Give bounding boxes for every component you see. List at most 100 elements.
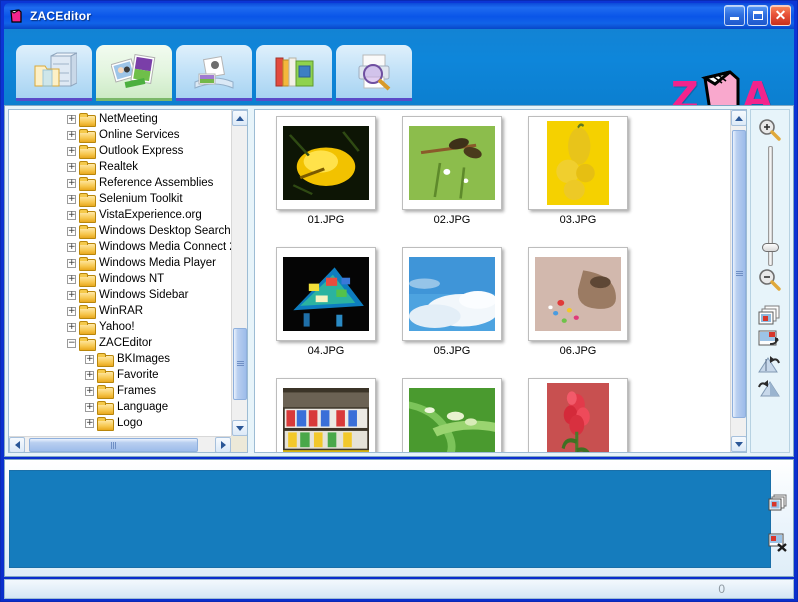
- clear-basket-button[interactable]: [768, 494, 788, 514]
- tree-node[interactable]: + Windows NT: [9, 271, 231, 287]
- tree-vertical-scrollbar[interactable]: [231, 110, 247, 436]
- file-cabinet-icon: [31, 51, 78, 92]
- thumbnail-image[interactable]: [276, 116, 376, 210]
- thumbnail-scroll-down-button[interactable]: [731, 436, 746, 452]
- tree-node[interactable]: + Windows Media Connect 2: [9, 239, 231, 255]
- thumbnail-grid[interactable]: 01.JPG 02.JPG 03.JPG 04.JPG 05.JPG 06.JPG 07.J…: [255, 110, 729, 452]
- thumbnail-item[interactable]: 06.JPG: [519, 247, 637, 370]
- tree-node[interactable]: + BKImages: [9, 351, 231, 367]
- expand-icon[interactable]: +: [67, 322, 76, 332]
- expand-icon[interactable]: +: [85, 354, 94, 364]
- expand-icon[interactable]: +: [67, 290, 76, 300]
- make-album-button[interactable]: [176, 45, 252, 101]
- tree-node[interactable]: + Reference Assemblies: [9, 175, 231, 191]
- close-button[interactable]: ✕: [770, 5, 791, 26]
- expand-icon[interactable]: +: [67, 242, 76, 252]
- collapse-icon[interactable]: −: [67, 338, 76, 348]
- thumbnail-image[interactable]: [402, 116, 502, 210]
- thumbnail-item[interactable]: 02.JPG: [393, 116, 511, 239]
- tree-scroll-up-button[interactable]: [232, 110, 247, 126]
- tree-node[interactable]: + NetMeeting: [9, 111, 231, 127]
- thumbnail-image[interactable]: [402, 378, 502, 452]
- thumbnail-scroll-up-button[interactable]: [731, 110, 746, 126]
- albums-button[interactable]: [256, 45, 332, 101]
- tree-node[interactable]: + WinRAR: [9, 303, 231, 319]
- thumbnail-item[interactable]: 08.JPG: [393, 378, 511, 452]
- minimize-button[interactable]: [724, 5, 745, 26]
- scrollbar-corner: [231, 436, 247, 452]
- folder-icon: [79, 304, 96, 319]
- expand-icon[interactable]: +: [67, 130, 76, 140]
- rotate-right-button[interactable]: [757, 376, 783, 400]
- folder-icon: [97, 416, 114, 431]
- tree-node[interactable]: + Selenium Toolkit: [9, 191, 231, 207]
- thumbnail-item[interactable]: 07.JPG: [267, 378, 385, 452]
- thumbnail-item[interactable]: [519, 378, 637, 452]
- thumbnail-item[interactable]: 05.JPG: [393, 247, 511, 370]
- status-bar: 0: [4, 579, 794, 599]
- edit-photos-button[interactable]: [96, 45, 172, 101]
- zoom-slider[interactable]: [760, 146, 780, 266]
- duplicate-image-button[interactable]: [757, 304, 783, 328]
- expand-icon[interactable]: +: [67, 162, 76, 172]
- zoom-out-icon[interactable]: [757, 268, 783, 292]
- thumbnail-item[interactable]: 01.JPG: [267, 116, 385, 239]
- tree-scroll-down-button[interactable]: [232, 420, 247, 436]
- expand-icon[interactable]: +: [67, 226, 76, 236]
- folder-icon: [79, 208, 96, 223]
- tree-horizontal-scrollbar[interactable]: [9, 436, 231, 452]
- tree-node[interactable]: + VistaExperience.org: [9, 207, 231, 223]
- tree-scroll-left-button[interactable]: [9, 437, 25, 452]
- thumbnail-vertical-scrollbar[interactable]: [730, 110, 746, 452]
- thumbnail-image[interactable]: [528, 247, 628, 341]
- thumbnail-image[interactable]: [276, 378, 376, 452]
- expand-icon[interactable]: +: [67, 258, 76, 268]
- expand-icon[interactable]: +: [85, 402, 94, 412]
- tree-node[interactable]: + Language: [9, 399, 231, 415]
- tree-node[interactable]: − ZACEditor: [9, 335, 231, 351]
- thumbnail-image[interactable]: [402, 247, 502, 341]
- thumbnail-item[interactable]: 03.JPG: [519, 116, 637, 239]
- tree-node[interactable]: + Favorite: [9, 367, 231, 383]
- expand-icon[interactable]: +: [67, 306, 76, 316]
- expand-icon[interactable]: +: [85, 386, 94, 396]
- zoom-in-icon[interactable]: [757, 118, 783, 142]
- expand-icon[interactable]: +: [67, 194, 76, 204]
- expand-icon[interactable]: +: [67, 210, 76, 220]
- expand-icon[interactable]: +: [85, 418, 94, 428]
- tree-node[interactable]: + Yahoo!: [9, 319, 231, 335]
- tree-scroll-right-button[interactable]: [215, 437, 231, 452]
- add-to-basket-button[interactable]: [757, 328, 783, 352]
- browse-files-button[interactable]: [16, 45, 92, 101]
- thumbnail-vertical-scroll-thumb[interactable]: [732, 130, 746, 418]
- tree-node[interactable]: + Outlook Express: [9, 143, 231, 159]
- folder-icon: [79, 128, 96, 143]
- tree-node[interactable]: + Realtek: [9, 159, 231, 175]
- expand-icon[interactable]: +: [67, 274, 76, 284]
- thumbnail-image[interactable]: [276, 247, 376, 341]
- window-controls: ✕: [724, 5, 791, 26]
- expand-icon[interactable]: +: [67, 114, 76, 124]
- rotate-left-button[interactable]: [757, 352, 783, 376]
- logo-letter-z: Z: [671, 74, 699, 105]
- tree-horizontal-scroll-thumb[interactable]: [29, 438, 199, 452]
- remove-image-button[interactable]: [768, 532, 788, 552]
- thumbnail-image[interactable]: [528, 378, 628, 452]
- tree-node[interactable]: + Online Services: [9, 127, 231, 143]
- thumbnail-item[interactable]: 04.JPG: [267, 247, 385, 370]
- tree-node[interactable]: + Windows Desktop Search: [9, 223, 231, 239]
- zoom-slider-handle[interactable]: [762, 242, 779, 252]
- tree-vertical-scroll-thumb[interactable]: [233, 328, 247, 400]
- tree-node[interactable]: + Frames: [9, 383, 231, 399]
- maximize-button[interactable]: [747, 5, 768, 26]
- basket-drop-area[interactable]: [9, 470, 771, 568]
- expand-icon[interactable]: +: [67, 178, 76, 188]
- expand-icon[interactable]: +: [67, 146, 76, 156]
- tree-node[interactable]: + Logo: [9, 415, 231, 431]
- tree-node[interactable]: + Windows Sidebar: [9, 287, 231, 303]
- expand-icon[interactable]: +: [85, 370, 94, 380]
- print-preview-button[interactable]: [336, 45, 412, 101]
- thumbnail-image[interactable]: [528, 116, 628, 210]
- tree-node[interactable]: + Windows Media Player: [9, 255, 231, 271]
- folder-tree[interactable]: + NetMeeting + Online Services + Outlook Expr…: [9, 111, 231, 435]
